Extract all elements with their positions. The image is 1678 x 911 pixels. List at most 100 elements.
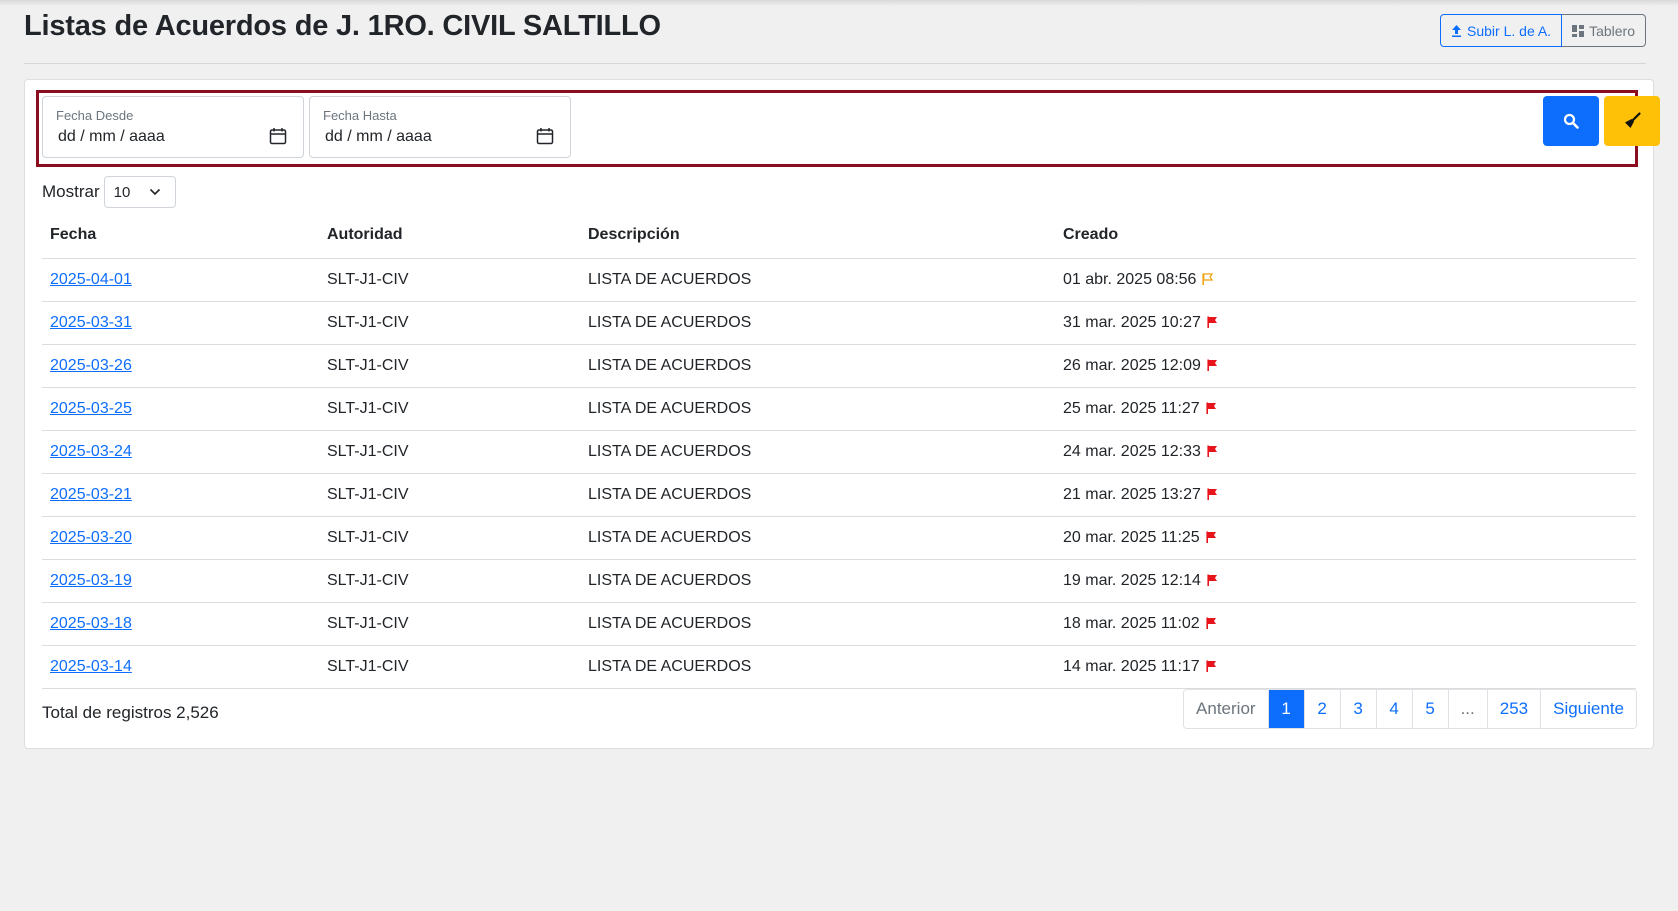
total-records: Total de registros 2,526 <box>42 703 219 722</box>
cell-fecha: 2025-04-01 <box>42 258 319 302</box>
table-row: 2025-03-14 SLT-J1-CIV LISTA DE ACUERDOS 14 … <box>42 645 1636 689</box>
cell-descripcion: LISTA DE ACUERDOS <box>580 301 1055 345</box>
cell-fecha: 2025-03-18 <box>42 602 319 646</box>
cell-descripcion: LISTA DE ACUERDOS <box>580 258 1055 302</box>
cell-descripcion: LISTA DE ACUERDOS <box>580 473 1055 517</box>
upload-button[interactable]: Subir L. de A. <box>1440 14 1563 47</box>
table-row: 2025-03-25 SLT-J1-CIV LISTA DE ACUERDOS 25 … <box>42 387 1636 431</box>
cell-creado: 19 mar. 2025 12:14 <box>1055 559 1636 603</box>
date-from-field[interactable]: Fecha Desde dd / mm / aaaa <box>42 96 304 158</box>
cell-creado: 01 abr. 2025 08:56 <box>1055 258 1636 302</box>
date-to-value: dd / mm / aaaa <box>325 128 432 145</box>
cell-creado: 25 mar. 2025 11:27 <box>1055 387 1636 431</box>
created-timestamp: 20 mar. 2025 11:25 <box>1063 528 1200 546</box>
page-size-select[interactable]: 10 <box>103 176 176 208</box>
cell-creado: 20 mar. 2025 11:25 <box>1055 516 1636 560</box>
calendar-icon[interactable] <box>536 127 554 145</box>
created-timestamp: 24 mar. 2025 12:33 <box>1063 442 1201 460</box>
created-timestamp: 31 mar. 2025 10:27 <box>1063 313 1201 331</box>
cell-creado: 26 mar. 2025 12:09 <box>1055 344 1636 388</box>
pagination-page-1[interactable]: 1 <box>1267 690 1304 728</box>
chevron-down-icon <box>149 188 160 196</box>
cell-autoridad: SLT-J1-CIV <box>319 473 580 517</box>
table-row: 2025-03-18 SLT-J1-CIV LISTA DE ACUERDOS 18 … <box>42 602 1636 646</box>
search-icon <box>1563 113 1579 129</box>
fecha-link[interactable]: 2025-03-24 <box>50 443 132 460</box>
cell-fecha: 2025-03-25 <box>42 387 319 431</box>
clear-filters-button[interactable] <box>1604 96 1660 146</box>
cell-autoridad: SLT-J1-CIV <box>319 258 580 302</box>
page-size-control: Mostrar 10 <box>42 176 176 208</box>
fecha-link[interactable]: 2025-03-21 <box>50 486 132 503</box>
results-card: Fecha Desde dd / mm / aaaa Fecha Hasta d… <box>24 79 1660 749</box>
flag-icon <box>1207 574 1217 586</box>
fecha-link[interactable]: 2025-03-26 <box>50 357 132 374</box>
flag-icon <box>1206 402 1216 414</box>
fecha-link[interactable]: 2025-03-31 <box>50 314 132 331</box>
fecha-link[interactable]: 2025-03-14 <box>50 658 132 675</box>
flag-icon <box>1207 445 1217 457</box>
table-body: 2025-04-01 SLT-J1-CIV LISTA DE ACUERDOS 01 … <box>42 258 1636 689</box>
flag-outline-icon <box>1202 272 1214 285</box>
calendar-icon[interactable] <box>269 127 287 145</box>
cell-creado: 24 mar. 2025 12:33 <box>1055 430 1636 474</box>
results-table: Fecha Autoridad Descripción Creado 2025-… <box>42 213 1636 689</box>
cell-fecha: 2025-03-20 <box>42 516 319 560</box>
table-header-row: Fecha Autoridad Descripción Creado <box>42 213 1636 259</box>
pagination-page-last[interactable]: 253 <box>1486 690 1541 728</box>
cell-descripcion: LISTA DE ACUERDOS <box>580 387 1055 431</box>
pagination-page-4[interactable]: 4 <box>1375 690 1412 728</box>
cell-fecha: 2025-03-24 <box>42 430 319 474</box>
fecha-link[interactable]: 2025-03-18 <box>50 615 132 632</box>
header-button-group: Subir L. de A. Tablero <box>1440 14 1646 47</box>
filter-form: Fecha Desde dd / mm / aaaa Fecha Hasta d… <box>36 90 1660 167</box>
pagination-page-2[interactable]: 2 <box>1303 690 1340 728</box>
cell-descripcion: LISTA DE ACUERDOS <box>580 430 1055 474</box>
broom-icon <box>1625 112 1641 128</box>
date-to-field[interactable]: Fecha Hasta dd / mm / aaaa <box>309 96 571 158</box>
column-header-creado[interactable]: Creado <box>1055 213 1636 259</box>
table-row: 2025-03-19 SLT-J1-CIV LISTA DE ACUERDOS 19 … <box>42 559 1636 603</box>
cell-creado: 14 mar. 2025 11:17 <box>1055 645 1636 689</box>
cell-descripcion: LISTA DE ACUERDOS <box>580 516 1055 560</box>
created-timestamp: 01 abr. 2025 08:56 <box>1063 270 1197 288</box>
table-row: 2025-03-26 SLT-J1-CIV LISTA DE ACUERDOS 26 … <box>42 344 1636 388</box>
cell-fecha: 2025-03-21 <box>42 473 319 517</box>
cell-autoridad: SLT-J1-CIV <box>319 645 580 689</box>
date-from-value: dd / mm / aaaa <box>58 128 165 145</box>
dashboard-icon <box>1572 24 1585 37</box>
pagination-ellipsis: ... <box>1447 690 1487 728</box>
cell-descripcion: LISTA DE ACUERDOS <box>580 602 1055 646</box>
date-from-label: Fecha Desde <box>56 108 134 123</box>
flag-icon <box>1207 359 1217 371</box>
column-header-descripcion[interactable]: Descripción <box>580 213 1055 259</box>
flag-icon <box>1206 531 1216 543</box>
cell-creado: 31 mar. 2025 10:27 <box>1055 301 1636 345</box>
cell-autoridad: SLT-J1-CIV <box>319 559 580 603</box>
flag-icon <box>1206 660 1216 672</box>
page-title: Listas de Acuerdos de J. 1RO. CIVIL SALT… <box>24 10 661 42</box>
fecha-link[interactable]: 2025-03-19 <box>50 572 132 589</box>
flag-icon <box>1207 488 1217 500</box>
pagination-previous[interactable]: Anterior <box>1184 690 1268 728</box>
cell-fecha: 2025-03-31 <box>42 301 319 345</box>
column-header-fecha[interactable]: Fecha <box>42 213 319 259</box>
pagination-next[interactable]: Siguiente <box>1540 690 1636 728</box>
column-header-autoridad[interactable]: Autoridad <box>319 213 580 259</box>
page-header: Listas de Acuerdos de J. 1RO. CIVIL SALT… <box>24 8 1646 64</box>
upload-icon <box>1452 24 1462 37</box>
cell-autoridad: SLT-J1-CIV <box>319 344 580 388</box>
fecha-link[interactable]: 2025-04-01 <box>50 271 132 288</box>
created-timestamp: 18 mar. 2025 11:02 <box>1063 614 1200 632</box>
cell-autoridad: SLT-J1-CIV <box>319 430 580 474</box>
created-timestamp: 19 mar. 2025 12:14 <box>1063 571 1201 589</box>
created-timestamp: 21 mar. 2025 13:27 <box>1063 485 1201 503</box>
pagination-page-3[interactable]: 3 <box>1339 690 1376 728</box>
page-size-value: 10 <box>113 183 131 201</box>
fecha-link[interactable]: 2025-03-20 <box>50 529 132 546</box>
fecha-link[interactable]: 2025-03-25 <box>50 400 132 417</box>
board-button[interactable]: Tablero <box>1562 14 1646 47</box>
search-button[interactable] <box>1543 96 1599 146</box>
cell-autoridad: SLT-J1-CIV <box>319 602 580 646</box>
pagination-page-5[interactable]: 5 <box>1411 690 1448 728</box>
